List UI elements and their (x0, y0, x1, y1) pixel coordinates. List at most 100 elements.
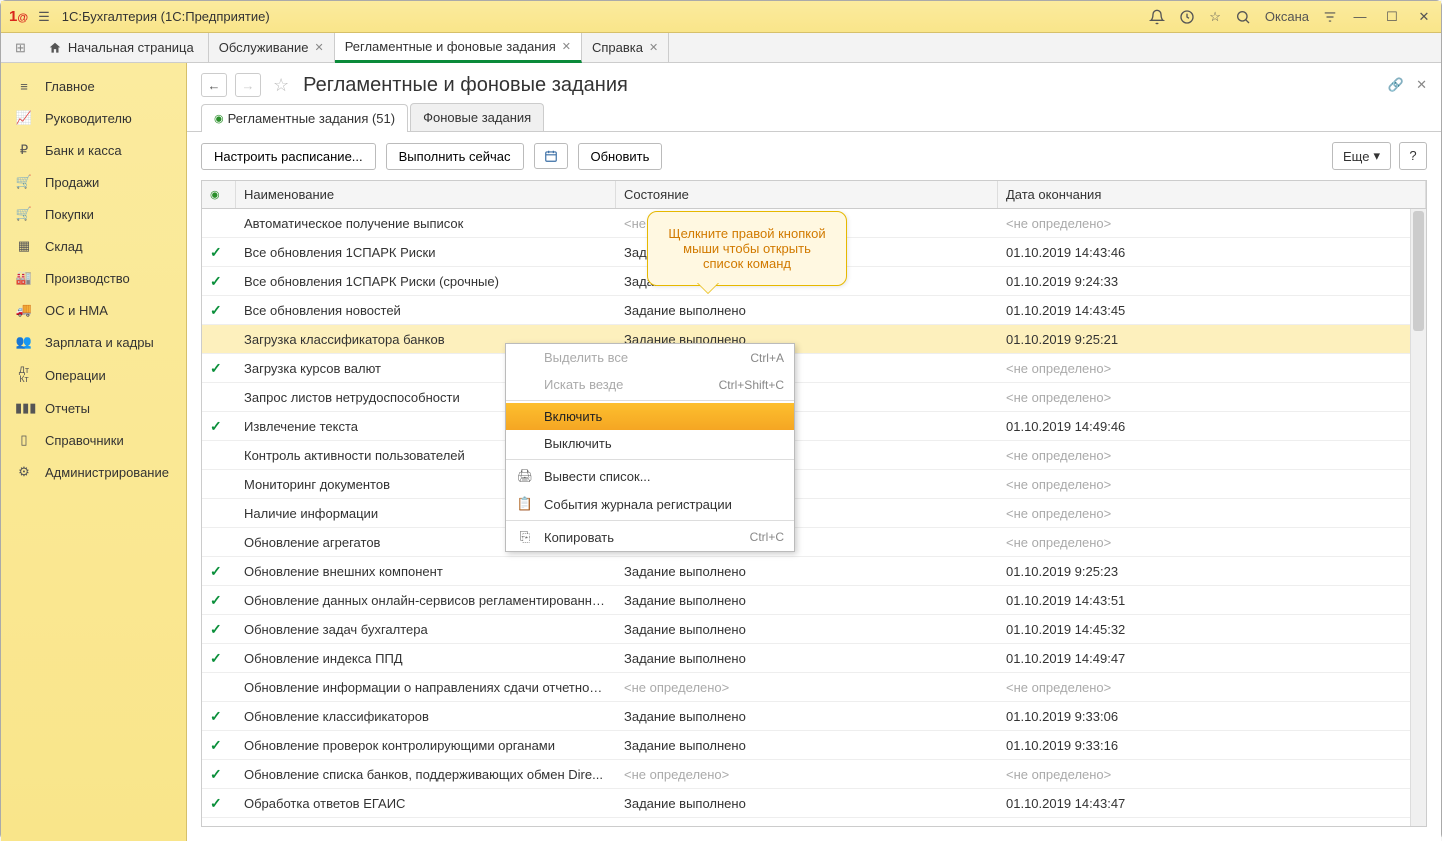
close-button[interactable]: ✕ (1415, 9, 1433, 25)
sidebar-item-purchases[interactable]: 🛒Покупки (1, 198, 186, 230)
row-status: ✓ (202, 708, 236, 725)
menu-export-list[interactable]: 🖨 Вывести список... (506, 462, 794, 490)
history-icon[interactable] (1179, 9, 1195, 25)
column-status[interactable]: ◉ (202, 181, 236, 208)
sidebar-item-sales[interactable]: 🛒Продажи (1, 166, 186, 198)
tab-help[interactable]: Справка ✕ (582, 33, 669, 63)
sidebar-item-admin[interactable]: ⚙Администрирование (1, 456, 186, 488)
calendar-icon-button[interactable] (534, 143, 568, 169)
row-name: Обновление внешних компонент (236, 564, 616, 579)
table-row[interactable]: ✓Обновление классификаторовЗадание выпол… (202, 702, 1426, 731)
bell-icon[interactable] (1149, 9, 1165, 25)
star-icon[interactable]: ☆ (1209, 9, 1221, 25)
tab-maintenance[interactable]: Обслуживание ✕ (209, 33, 335, 63)
row-date: <не определено> (998, 680, 1426, 695)
link-icon[interactable]: 🔗 (1388, 77, 1404, 93)
refresh-button[interactable]: Обновить (578, 143, 663, 170)
sidebar-item-main[interactable]: ≡Главное (1, 71, 186, 102)
table-row[interactable]: Загрузка классификатора банковЗадание вы… (202, 325, 1426, 354)
subtab-background[interactable]: Фоновые задания (410, 103, 544, 131)
table-row[interactable]: ✓Обновление проверок контролирующими орг… (202, 731, 1426, 760)
table-row[interactable]: ✓Обновление данных онлайн-сервисов регла… (202, 586, 1426, 615)
table-row[interactable]: Наличие информации<не определено><не опр… (202, 499, 1426, 528)
menu-icon: ≡ (15, 79, 33, 94)
table-row[interactable]: Запрос листов нетрудоспособности<не опре… (202, 383, 1426, 412)
close-page-icon[interactable]: ✕ (1416, 77, 1427, 93)
table-row[interactable]: ✓Обновление задач бухгалтераЗадание выпо… (202, 615, 1426, 644)
column-state[interactable]: Состояние (616, 181, 998, 208)
scrollbar[interactable] (1410, 209, 1426, 826)
row-name: Все обновления 1СПАРК Риски (236, 245, 616, 260)
check-icon: ✓ (210, 273, 222, 289)
sidebar-item-reports[interactable]: ▮▮▮Отчеты (1, 392, 186, 424)
sidebar-item-operations[interactable]: ДтКтОперации (1, 358, 186, 392)
table-row[interactable]: ✓Обновление списка банков, поддерживающи… (202, 760, 1426, 789)
column-name[interactable]: Наименование (236, 181, 616, 208)
menu-select-all[interactable]: Выделить все Ctrl+A (506, 344, 794, 371)
close-icon[interactable]: ✕ (314, 41, 323, 54)
calendar-icon: 📋 (516, 496, 534, 512)
schedule-button[interactable]: Настроить расписание... (201, 143, 376, 170)
maximize-button[interactable]: ☐ (1383, 9, 1401, 25)
hamburger-icon[interactable]: ☰ (38, 9, 50, 25)
menu-disable[interactable]: Выключить (506, 430, 794, 457)
home-tab[interactable]: Начальная страница (34, 33, 209, 63)
table-row[interactable]: ✓Извлечение текстаЗадание выполнено01.10… (202, 412, 1426, 441)
book-icon: ▯ (15, 432, 33, 448)
globe-icon: ◉ (214, 112, 224, 125)
row-name: Обработка ответов ЕГАИС (236, 796, 616, 811)
check-icon: ✓ (210, 592, 222, 608)
table-row[interactable]: ✓Обработка ответов ЕГАИСЗадание выполнен… (202, 789, 1426, 818)
menu-search-everywhere[interactable]: Искать везде Ctrl+Shift+C (506, 371, 794, 398)
minimize-button[interactable]: — (1351, 9, 1369, 24)
sidebar-item-manager[interactable]: 📈Руководителю (1, 102, 186, 134)
mini-tabs-icon[interactable]: ⊞ (7, 40, 34, 56)
table-row[interactable]: Контроль активности пользователей<не опр… (202, 441, 1426, 470)
table-row[interactable]: ✓Все обновления новостейЗадание выполнен… (202, 296, 1426, 325)
table-row[interactable]: ✓Обновление индекса ППДЗадание выполнено… (202, 644, 1426, 673)
boxes-icon: ▦ (15, 238, 33, 254)
bars-icon: ▮▮▮ (15, 400, 33, 416)
row-date: 01.10.2019 14:49:46 (998, 419, 1426, 434)
sidebar-item-assets[interactable]: 🚚ОС и НМА (1, 294, 186, 326)
table-row[interactable]: ✓Загрузка курсов валют<не определено><не… (202, 354, 1426, 383)
favorite-icon[interactable]: ☆ (273, 75, 289, 96)
check-icon: ✓ (210, 302, 222, 318)
separator (506, 459, 794, 460)
forward-button[interactable]: → (235, 73, 261, 97)
run-now-button[interactable]: Выполнить сейчас (386, 143, 524, 170)
sidebar-item-bank[interactable]: ₽Банк и касса (1, 134, 186, 166)
sidebar-item-warehouse[interactable]: ▦Склад (1, 230, 186, 262)
close-icon[interactable]: ✕ (562, 40, 571, 53)
column-date[interactable]: Дата окончания (998, 181, 1426, 208)
table-row[interactable]: Обновление информации о направлениях сда… (202, 673, 1426, 702)
row-date: 01.10.2019 14:43:51 (998, 593, 1426, 608)
back-button[interactable]: ← (201, 73, 227, 97)
sidebar-item-production[interactable]: 🏭Производство (1, 262, 186, 294)
user-label[interactable]: Оксана (1265, 9, 1309, 24)
row-state: Задание выполнено (616, 622, 998, 637)
menu-copy[interactable]: ⎘ Копировать Ctrl+C (506, 523, 794, 551)
row-name: Обновление задач бухгалтера (236, 622, 616, 637)
filter-icon[interactable] (1323, 10, 1337, 24)
content-area: ← → ☆ Регламентные и фоновые задания 🔗 ✕… (187, 63, 1441, 841)
table-row[interactable]: Мониторинг документов<не определено><не … (202, 470, 1426, 499)
app-title: 1С:Бухгалтерия (1С:Предприятие) (62, 9, 270, 24)
row-state: Задание выполнено (616, 796, 998, 811)
row-status: ✓ (202, 302, 236, 319)
scroll-thumb[interactable] (1413, 211, 1424, 331)
sidebar-item-catalogs[interactable]: ▯Справочники (1, 424, 186, 456)
help-button[interactable]: ? (1399, 142, 1427, 170)
menu-log-events[interactable]: 📋 События журнала регистрации (506, 490, 794, 518)
sidebar-item-hr[interactable]: 👥Зарплата и кадры (1, 326, 186, 358)
table-row[interactable]: ✓Обновление внешних компонентЗадание вып… (202, 557, 1426, 586)
tab-scheduled-jobs[interactable]: Регламентные и фоновые задания ✕ (335, 33, 582, 63)
more-button[interactable]: Еще▾ (1332, 142, 1391, 170)
close-icon[interactable]: ✕ (649, 41, 658, 54)
row-status: ✓ (202, 563, 236, 580)
row-status: ✓ (202, 766, 236, 783)
search-icon[interactable] (1235, 9, 1251, 25)
menu-enable[interactable]: Включить (506, 403, 794, 430)
subtab-scheduled[interactable]: ◉ Регламентные задания (51) (201, 104, 408, 132)
table-row[interactable]: Обновление агрегатов<не определено><не о… (202, 528, 1426, 557)
